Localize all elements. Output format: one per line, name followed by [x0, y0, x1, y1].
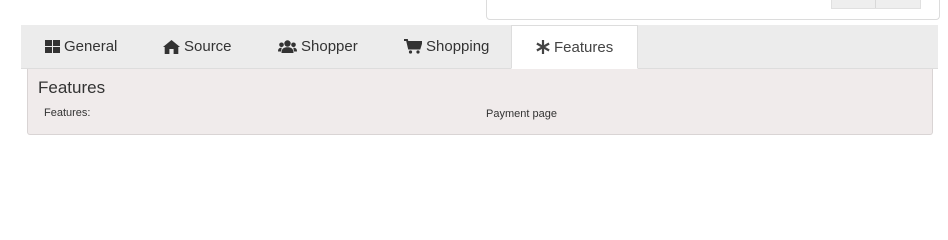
button-group[interactable]	[831, 0, 921, 9]
tab-general-label: General	[64, 38, 118, 55]
tab-shopping[interactable]: Shopping	[404, 25, 489, 68]
grid-icon	[45, 40, 60, 53]
tab-shopping-label: Shopping	[426, 38, 490, 55]
tab-source[interactable]: Source	[163, 25, 232, 68]
asterisk-icon	[536, 40, 550, 54]
features-label: Features:	[44, 107, 91, 119]
tab-bar: General Source Shopper Shopping Features	[21, 25, 938, 69]
tab-features[interactable]: Features	[511, 25, 638, 69]
panel-title: Features	[38, 78, 106, 97]
features-panel: Features Features: Payment page	[27, 69, 933, 135]
tab-features-label: Features	[554, 38, 614, 56]
features-value: Payment page	[486, 108, 557, 120]
tab-general[interactable]: General	[45, 25, 117, 68]
top-card	[486, 0, 940, 20]
users-icon	[278, 40, 297, 53]
tab-source-label: Source	[184, 38, 232, 55]
tab-shopper[interactable]: Shopper	[278, 25, 358, 68]
cart-icon	[404, 39, 422, 54]
home-icon	[163, 39, 180, 54]
tab-shopper-label: Shopper	[301, 38, 358, 55]
